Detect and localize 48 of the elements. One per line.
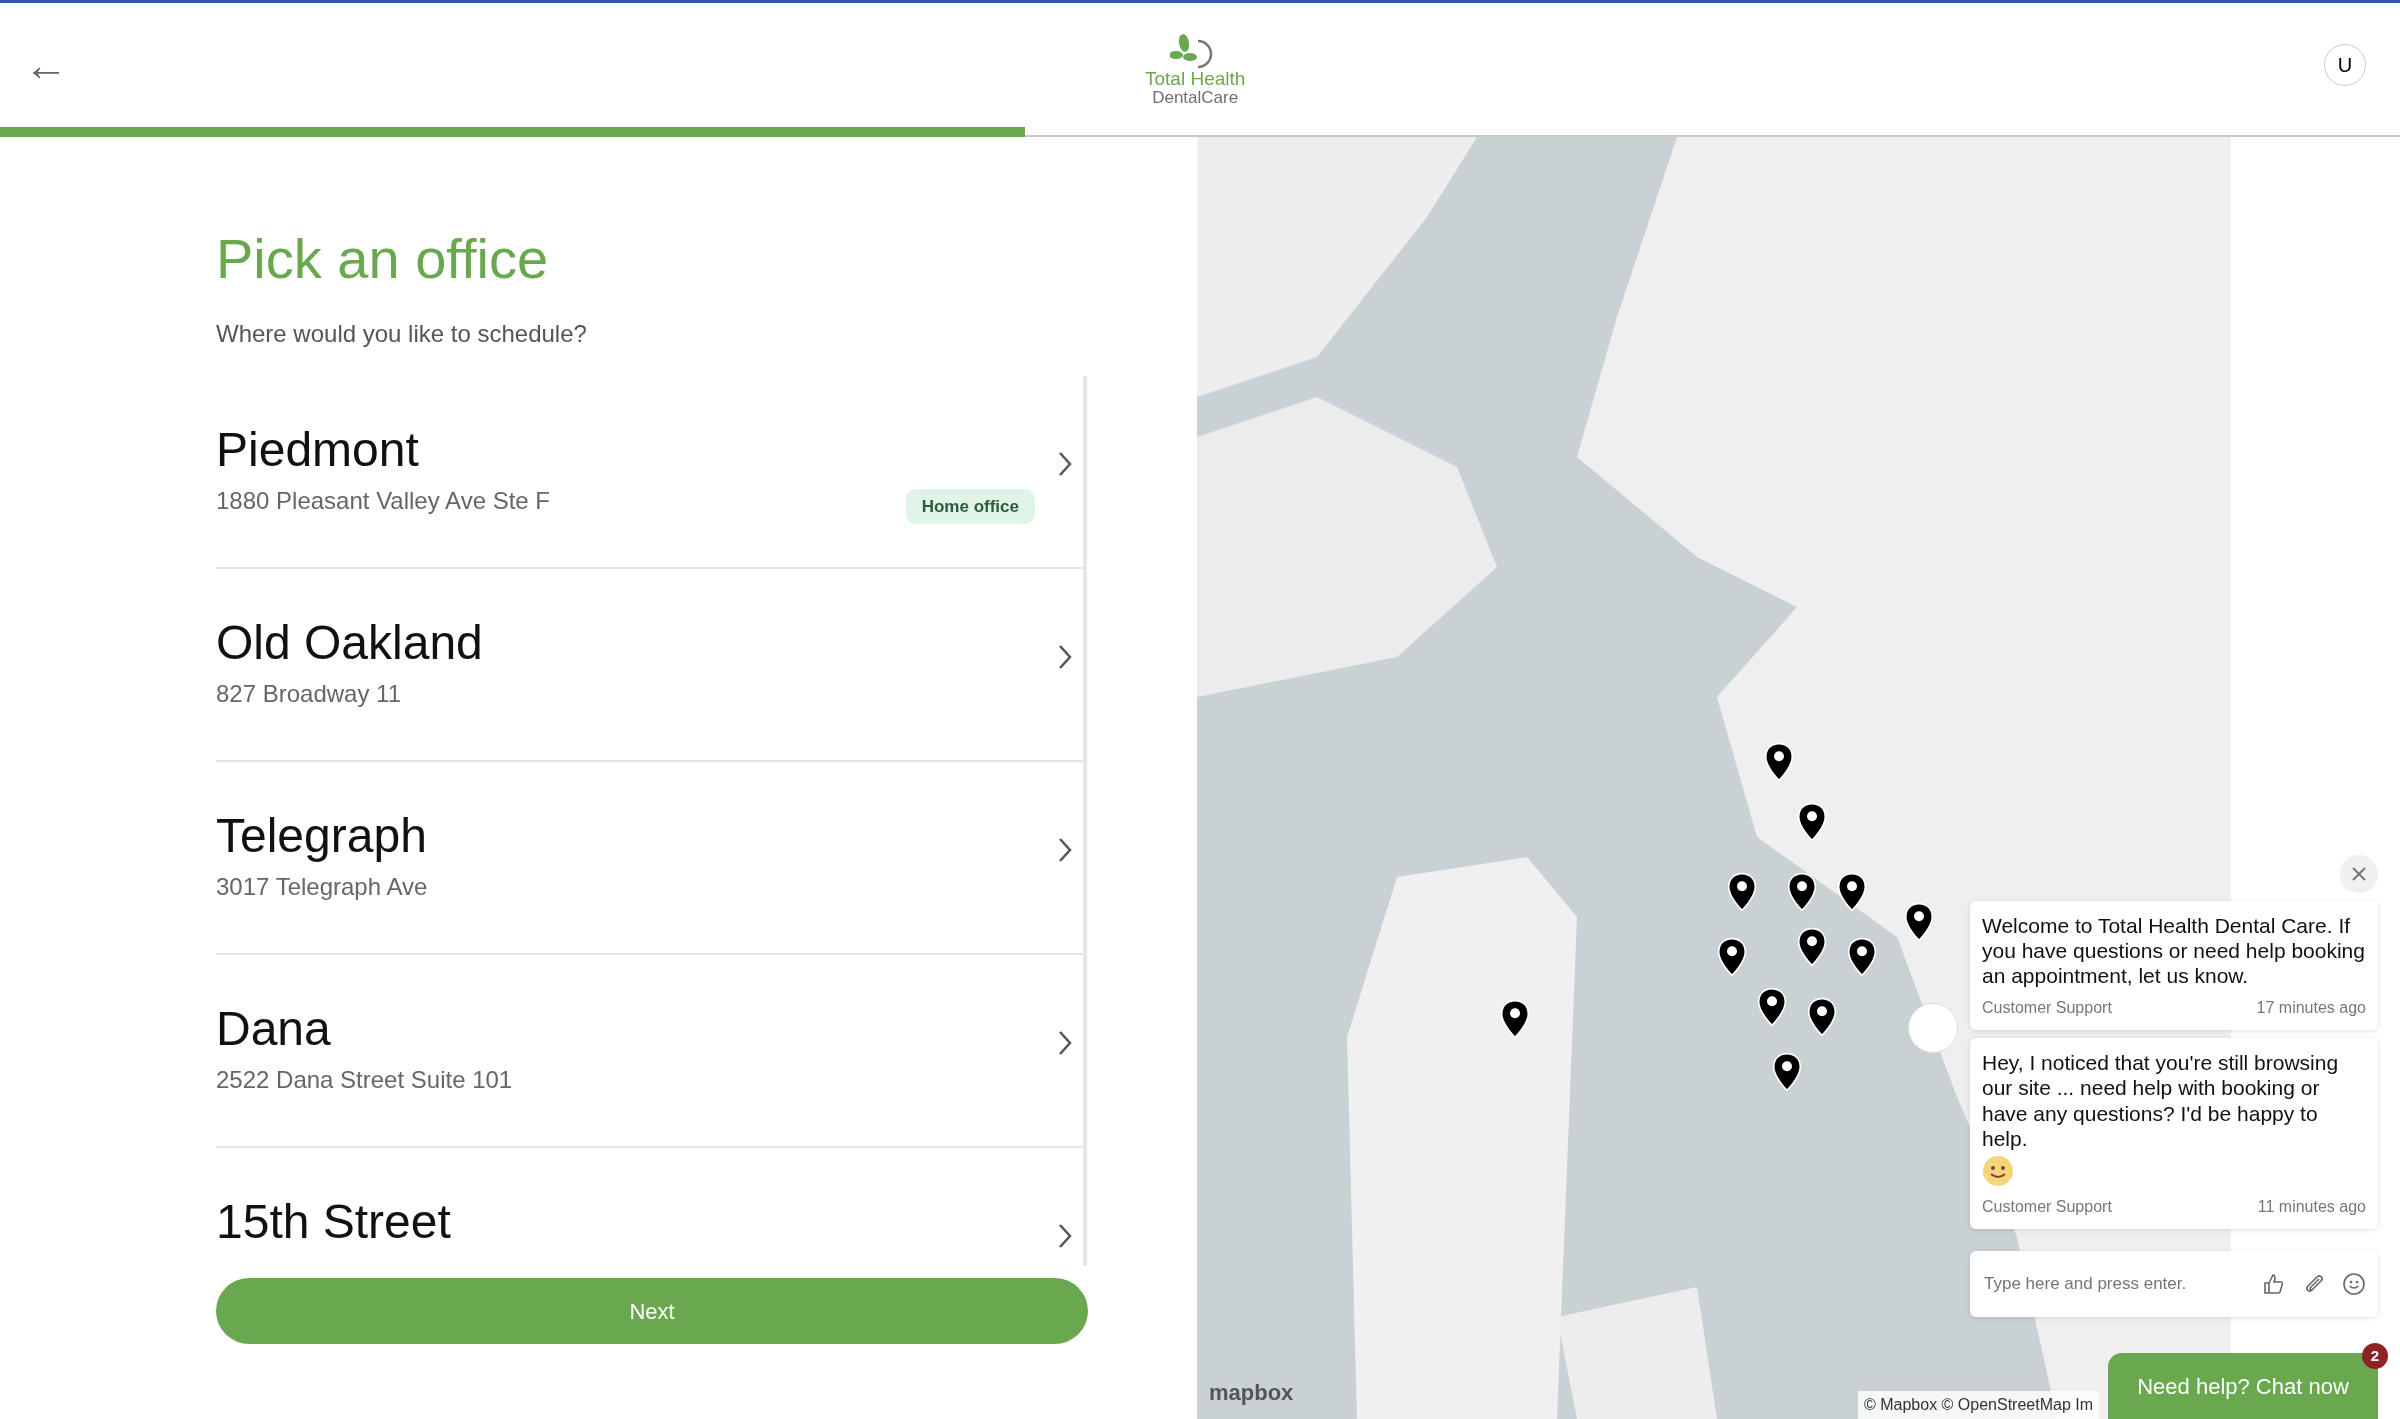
office-list-item[interactable]: Old Oakland 827 Broadway 11 (216, 569, 1083, 763)
logo-text: DentalCare (1152, 88, 1239, 107)
map-attribution: © Mapbox © OpenStreetMap Im (1858, 1391, 2099, 1419)
map-pin-icon[interactable] (1807, 997, 1837, 1037)
map-pin-icon[interactable] (1847, 937, 1877, 977)
unread-count-badge: 2 (2362, 1343, 2388, 1369)
office-name: 15th Street (216, 1194, 452, 1250)
page-title: Pick an office (216, 226, 550, 292)
office-list-item[interactable]: Dana 2522 Dana Street Suite 101 (216, 955, 1083, 1149)
office-list-item[interactable]: Telegraph 3017 Telegraph Ave (216, 762, 1083, 956)
logo-text: Total Health (1145, 69, 1246, 89)
map-pin-icon[interactable] (1797, 927, 1827, 967)
office-address: 3017 Telegraph Ave (216, 872, 429, 903)
thumbs-up-icon[interactable] (2262, 1272, 2286, 1296)
message-author: Customer Support (1982, 1197, 2112, 1217)
close-button[interactable] (2340, 854, 2378, 893)
home-office-badge: Home office (905, 488, 1035, 525)
message-input-box[interactable]: Type here and press enter. (1970, 1251, 2378, 1317)
map-pin-icon[interactable] (1787, 872, 1817, 912)
map-pin-icon[interactable] (1904, 902, 1934, 942)
message-text: Welcome to Total Health Dental Care. If you have questions or need help booking an appointment, let us know. (1982, 912, 2366, 989)
map-pin-icon[interactable] (1837, 872, 1867, 912)
office-name: Piedmont (216, 422, 420, 478)
page-subtitle: Where would you like to schedule? (216, 319, 588, 350)
map-logo[interactable]: mapbox (1209, 1376, 1294, 1409)
office-list-item[interactable]: Piedmont 1880 Pleasant Valley Ave Ste F Home office (216, 376, 1083, 570)
back-button[interactable]: ← (18, 43, 74, 87)
map-pin-icon[interactable] (1717, 937, 1747, 977)
user-avatar-button[interactable]: U (2324, 44, 2366, 86)
office-address: 2522 Dana Street Suite 101 (216, 1065, 514, 1096)
message-time: 11 minutes ago (2257, 1197, 2366, 1217)
map-pin-icon[interactable] (1500, 999, 1530, 1039)
message-time: 17 minutes ago (2256, 998, 2366, 1019)
map-pin-icon[interactable] (1764, 742, 1794, 782)
map-pin-icon[interactable] (1797, 802, 1827, 842)
message-text: Hey, I noticed that you're still browsing our site ... need help with booking or have any questions? I'd be happy to help. (1982, 1050, 2340, 1151)
close-icon (2351, 866, 2367, 883)
office-name: Old Oakland (216, 615, 484, 671)
office-address: 827 Broadway 11 (216, 679, 402, 710)
message-author: Customer Support (1982, 998, 2112, 1019)
office-name: Dana (216, 1001, 332, 1057)
map-pin-icon[interactable] (1772, 1052, 1802, 1092)
map-pin-icon[interactable] (1727, 872, 1757, 912)
office-address: 1880 Pleasant Valley Ave Ste F (216, 486, 551, 517)
chat-input-field[interactable]: Type here and press enter. (1982, 1270, 2246, 1298)
office-name: Telegraph (216, 808, 428, 864)
smiley-icon[interactable] (2342, 1272, 2366, 1296)
map-pin-icon[interactable] (1757, 987, 1787, 1027)
